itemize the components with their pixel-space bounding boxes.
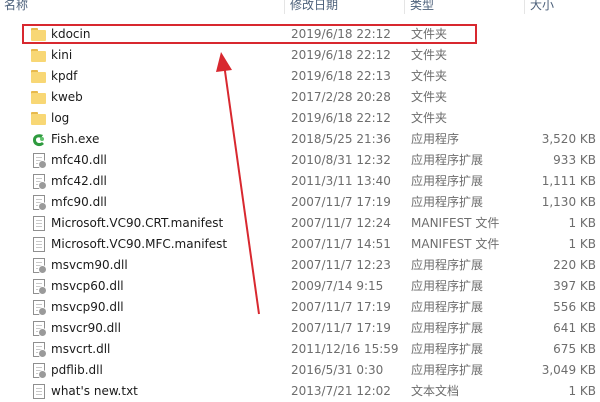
annotation-arrow: [216, 52, 260, 315]
